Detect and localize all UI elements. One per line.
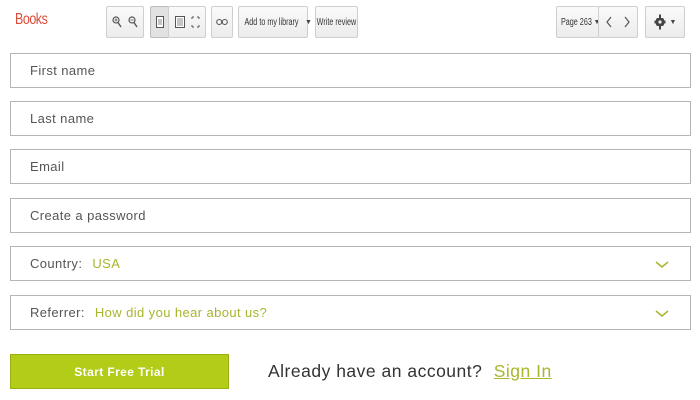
sign-in-link[interactable]: Sign In	[494, 361, 552, 381]
add-to-library-label: Add to my library	[244, 16, 299, 28]
zoom-group	[106, 6, 144, 38]
next-page-icon[interactable]	[624, 16, 630, 28]
dropdown-caret-icon: ▼	[669, 18, 677, 26]
prev-page-icon[interactable]	[606, 16, 612, 28]
first-name-input[interactable]	[30, 63, 630, 78]
password-input[interactable]	[30, 208, 630, 223]
settings-button[interactable]: ▼	[645, 6, 685, 38]
chevron-down-icon[interactable]	[654, 259, 670, 269]
write-review-button[interactable]: Write review	[315, 6, 358, 38]
referrer-select[interactable]: Referrer: How did you hear about us?	[10, 295, 691, 330]
referrer-label: Referrer:	[30, 305, 85, 320]
page-label: Page 263	[560, 16, 592, 28]
link-icon	[216, 18, 228, 26]
page-nav-group	[598, 6, 638, 38]
country-value: USA	[92, 256, 121, 271]
two-page-icon[interactable]	[174, 16, 185, 28]
referrer-value: How did you hear about us?	[94, 305, 268, 320]
signin-row: Already have an account? Sign In	[268, 361, 552, 382]
password-field[interactable]	[10, 198, 691, 233]
brand-logo[interactable]: Books	[15, 11, 48, 29]
first-name-field[interactable]	[10, 53, 691, 88]
fullscreen-icon[interactable]	[191, 16, 200, 28]
write-review-label: Write review	[316, 16, 357, 28]
signin-prompt: Already have an account?	[268, 361, 483, 381]
zoom-out-icon[interactable]	[128, 16, 138, 28]
single-page-view-button[interactable]	[150, 6, 169, 38]
country-label: Country:	[30, 256, 83, 271]
page-selector[interactable]: Page 263 ▼	[556, 6, 600, 38]
gear-icon	[654, 14, 666, 30]
last-name-field[interactable]	[10, 101, 691, 136]
add-to-library-button[interactable]: Add to my library ▼	[238, 6, 312, 38]
zoom-in-icon[interactable]	[112, 16, 122, 28]
email-input[interactable]	[30, 159, 630, 174]
email-field[interactable]	[10, 149, 691, 184]
country-select[interactable]: Country: USA	[10, 246, 691, 281]
dropdown-caret-icon: ▼	[305, 18, 312, 26]
chevron-down-icon[interactable]	[654, 308, 670, 318]
start-free-trial-button[interactable]: Start Free Trial	[10, 354, 229, 389]
view-group	[168, 6, 206, 38]
last-name-input[interactable]	[30, 111, 630, 126]
single-page-icon	[155, 16, 164, 28]
link-button[interactable]	[211, 6, 233, 38]
toolbar: Books Add to my library ▼ Write review P…	[0, 0, 700, 46]
